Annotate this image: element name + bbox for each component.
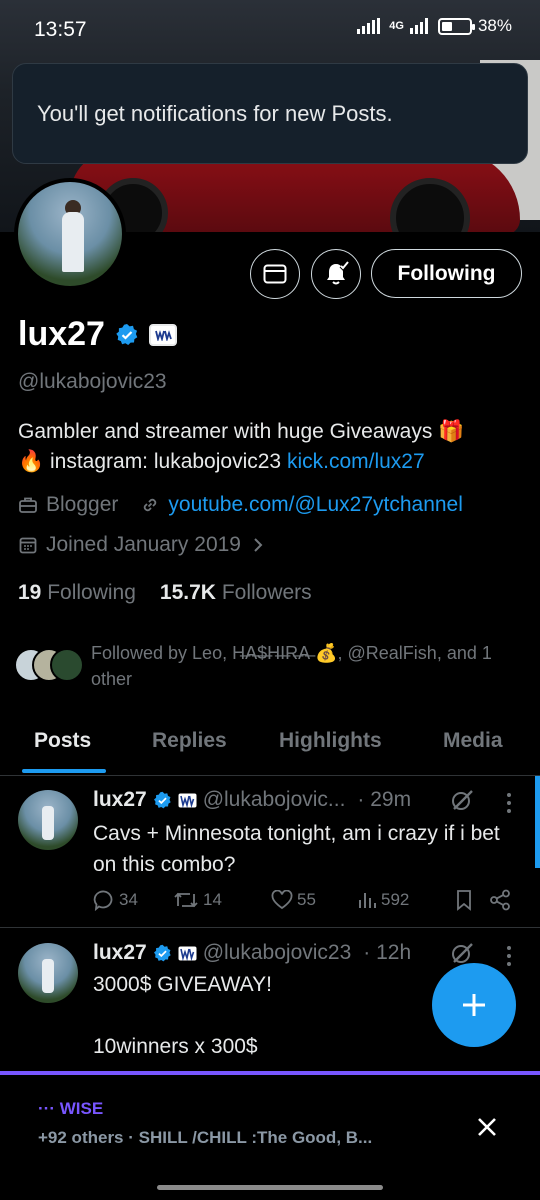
status-icons: 4G 38% — [357, 16, 512, 36]
like-action[interactable]: 55 — [271, 890, 357, 910]
followers-count-label: Followers — [221, 581, 312, 604]
plus-icon — [463, 994, 485, 1016]
reply-count: 34 — [119, 890, 138, 909]
notifications-button[interactable] — [311, 249, 361, 299]
post-time: · 12h — [363, 941, 412, 964]
battery-percent: 38% — [477, 16, 512, 35]
tab-posts[interactable]: Posts — [34, 729, 91, 753]
avatar-figure — [62, 212, 84, 272]
verified-icon — [153, 944, 171, 961]
compose-post-button[interactable] — [432, 963, 516, 1047]
reply-icon — [93, 890, 113, 911]
close-icon[interactable] — [470, 1110, 504, 1144]
post-avatar-figure — [42, 959, 54, 993]
post-avatar[interactable] — [18, 943, 78, 1003]
affiliate-badge-icon — [178, 946, 197, 961]
following-count: 19 — [18, 581, 42, 604]
affiliate-badge-icon[interactable] — [148, 323, 177, 346]
followers-count: 15.7K — [159, 581, 216, 604]
message-button[interactable] — [250, 249, 300, 299]
post-actions: 34 14 55 592 — [93, 889, 523, 911]
space-subtitle: +92 others · SHILL /CHILL :The Good, B..… — [38, 1128, 373, 1147]
view-count: 592 — [381, 890, 410, 909]
repost-count: 14 — [203, 890, 222, 909]
affiliate-logo-icon — [155, 329, 172, 341]
profile-tabs: Posts Replies Highlights Media — [0, 720, 540, 776]
post-item[interactable]: lux27 @lukabojovic... · 29m Cavs + Minne… — [0, 776, 540, 928]
more-vertical-icon[interactable] — [505, 792, 513, 814]
following-count-label: Following — [47, 581, 136, 604]
post-header: lux27 @lukabojovic... · 29m — [93, 788, 411, 812]
profile-handle: @lukabojovic23 — [18, 370, 167, 393]
post-author-name[interactable]: lux27 — [93, 941, 147, 965]
followed-by-text: Followed by Leo, H̶A̶$̶H̶I̶R̶A̶ 💰, @Real… — [91, 643, 492, 689]
tab-highlights[interactable]: Highlights — [279, 729, 382, 753]
profile-name-row: lux27 — [18, 315, 177, 354]
post-author-handle: @lukabojovic... — [202, 788, 346, 811]
profile-name: lux27 — [18, 315, 105, 353]
mail-icon — [263, 264, 287, 284]
bookmark-icon[interactable] — [455, 889, 473, 911]
profile-category: Blogger — [46, 493, 119, 516]
following-button[interactable]: Following — [371, 249, 522, 298]
post-avatar[interactable] — [18, 790, 78, 850]
profile-joined-row[interactable]: Joined January 2019 — [18, 533, 267, 557]
status-bar: 13:57 4G 38% — [0, 0, 540, 60]
reply-action[interactable]: 34 — [93, 889, 173, 911]
notification-toast: You'll get notifications for new Posts. — [12, 63, 528, 164]
link-icon — [144, 498, 157, 512]
grok-icon[interactable] — [450, 788, 474, 812]
followers-count-link[interactable]: 15.7K Followers — [160, 581, 312, 605]
briefcase-icon — [19, 497, 37, 513]
chevron-right-icon — [254, 538, 263, 552]
follow-counts: 19 Following 15.7K Followers — [18, 581, 312, 605]
profile-website-link[interactable]: youtube.com/@Lux27ytchannel — [168, 493, 463, 517]
grok-icon[interactable] — [450, 941, 474, 965]
bio-line-1: Gambler and streamer with huge Giveaways… — [18, 420, 465, 443]
share-icon[interactable] — [489, 889, 511, 911]
status-time: 13:57 — [34, 18, 87, 41]
repost-action[interactable]: 14 — [173, 889, 271, 911]
profile-joined: Joined January 2019 — [46, 533, 241, 556]
bio-line-2: 🔥 instagram: lukabojovic23 kick.com/lux2… — [18, 447, 528, 477]
profile-bio: Gambler and streamer with huge Giveaways… — [18, 417, 528, 477]
calendar-icon — [19, 537, 37, 554]
tab-media[interactable]: Media — [443, 729, 503, 753]
heart-icon — [271, 890, 293, 910]
space-title: ··· WISE — [38, 1099, 104, 1118]
tab-replies[interactable]: Replies — [152, 729, 227, 753]
bell-check-icon — [327, 260, 350, 285]
more-vertical-icon[interactable] — [505, 945, 513, 967]
profile-meta-row: Blogger youtube.com/@Lux27ytchannel — [18, 493, 463, 517]
following-count-link[interactable]: 19 Following — [18, 581, 136, 605]
space-dock[interactable]: ··· WISE +92 others · SHILL /CHILL :The … — [0, 1075, 540, 1200]
bio-instagram: 🔥 instagram: lukabojovic23 — [18, 450, 287, 473]
follower-avatar — [50, 648, 84, 682]
toast-text: You'll get notifications for new Posts. — [37, 101, 393, 126]
repost-icon — [174, 892, 198, 908]
like-count: 55 — [297, 890, 316, 909]
views-icon — [359, 893, 376, 908]
post-avatar-figure — [42, 806, 54, 840]
signal-icon-2 — [409, 18, 428, 34]
post-header: lux27 @lukabojovic23 · 12h — [93, 941, 411, 965]
tab-active-indicator — [22, 769, 106, 773]
post-text: Cavs + Minnesota tonight, am i crazy if … — [93, 822, 500, 876]
bio-kick-link[interactable]: kick.com/lux27 — [287, 450, 425, 473]
post-author-name[interactable]: lux27 — [93, 788, 147, 812]
profile-avatar[interactable] — [14, 178, 126, 290]
verified-icon — [153, 791, 171, 808]
home-indicator[interactable] — [157, 1185, 383, 1190]
post-unread-marker — [535, 776, 540, 868]
views-action[interactable]: 592 — [357, 890, 455, 910]
post-author-handle: @lukabojovic23 — [202, 941, 352, 964]
battery-icon — [437, 17, 475, 35]
network-type: 4G — [389, 20, 404, 32]
post-time: · 29m — [357, 788, 412, 811]
verified-icon[interactable] — [115, 323, 139, 347]
signal-icon — [357, 18, 381, 34]
affiliate-badge-icon — [178, 793, 197, 808]
